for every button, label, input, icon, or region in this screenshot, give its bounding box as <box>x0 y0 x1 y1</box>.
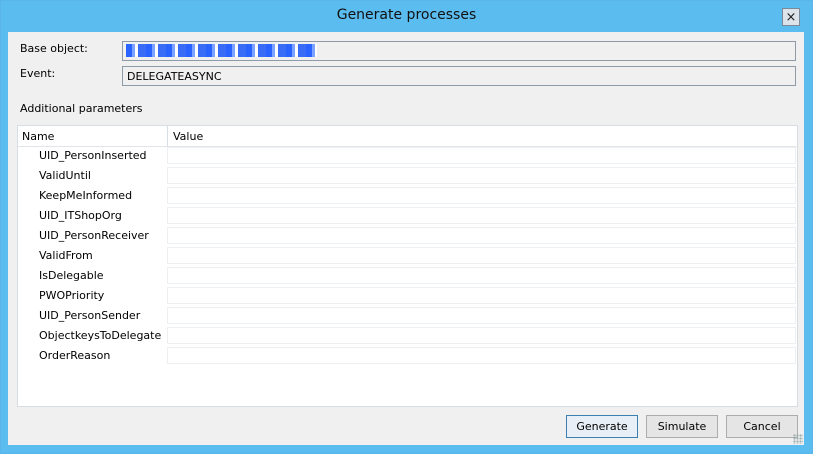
param-name: UID_PersonSender <box>39 309 141 322</box>
param-name: OrderReason <box>39 349 111 362</box>
param-value-input[interactable] <box>167 187 796 204</box>
close-button[interactable]: × <box>782 8 800 26</box>
param-name: ObjectkeysToDelegate <box>39 329 162 342</box>
table-row[interactable]: OrderReason <box>18 346 797 366</box>
base-object-field[interactable] <box>122 41 796 61</box>
param-value-input[interactable] <box>167 287 796 304</box>
table-row[interactable]: ObjectkeysToDelegate <box>18 326 797 346</box>
param-value-input[interactable] <box>167 167 796 184</box>
table-row[interactable]: KeepMeInformed <box>18 186 797 206</box>
param-name: UID_PersonInserted <box>39 149 147 162</box>
redacted-value <box>126 44 317 57</box>
table-row[interactable]: PWOPriority <box>18 286 797 306</box>
param-value-input[interactable] <box>167 307 796 324</box>
param-value-input[interactable] <box>167 207 796 224</box>
param-name: IsDelegable <box>39 269 104 282</box>
additional-parameters-label: Additional parameters <box>20 102 143 115</box>
cancel-button[interactable]: Cancel <box>726 415 798 438</box>
column-header-value[interactable]: Value <box>173 130 203 143</box>
param-value-input[interactable] <box>167 347 796 364</box>
table-row[interactable]: ValidFrom <box>18 246 797 266</box>
generate-button[interactable]: Generate <box>566 415 638 438</box>
resize-grip-icon[interactable] <box>793 434 803 444</box>
table-row[interactable]: UID_PersonReceiver <box>18 226 797 246</box>
param-name: UID_ITShopOrg <box>39 209 122 222</box>
event-field[interactable]: DELEGATEASYNC <box>122 66 796 86</box>
table-row[interactable]: UID_PersonInserted <box>18 146 797 166</box>
param-value-input[interactable] <box>167 327 796 344</box>
dialog-window: Generate processes × Base object: Event:… <box>0 0 813 454</box>
title-bar[interactable]: Generate processes × <box>1 1 812 32</box>
param-value-input[interactable] <box>167 227 796 244</box>
param-value-input[interactable] <box>167 247 796 264</box>
table-row[interactable]: UID_PersonSender <box>18 306 797 326</box>
dialog-body: Base object: Event: DELEGATEASYNC Additi… <box>8 32 804 445</box>
column-header-name[interactable]: Name <box>22 130 54 143</box>
param-value-input[interactable] <box>167 267 796 284</box>
param-name: ValidUntil <box>39 169 91 182</box>
table-row[interactable]: UID_ITShopOrg <box>18 206 797 226</box>
table-row[interactable]: IsDelegable <box>18 266 797 286</box>
param-name: ValidFrom <box>39 249 93 262</box>
grid-header: Name Value <box>18 126 797 147</box>
parameters-grid[interactable]: Name Value UID_PersonInserted ValidUntil… <box>17 125 798 407</box>
window-title: Generate processes <box>336 7 477 23</box>
close-icon: × <box>785 9 797 25</box>
table-row[interactable]: ValidUntil <box>18 166 797 186</box>
base-object-label: Base object: <box>20 42 88 55</box>
column-divider[interactable] <box>167 126 168 146</box>
param-name: KeepMeInformed <box>39 189 133 202</box>
param-name: UID_PersonReceiver <box>39 229 149 242</box>
param-value-input[interactable] <box>167 147 796 164</box>
param-name: PWOPriority <box>39 289 105 302</box>
event-label: Event: <box>20 67 56 80</box>
simulate-button[interactable]: Simulate <box>646 415 718 438</box>
